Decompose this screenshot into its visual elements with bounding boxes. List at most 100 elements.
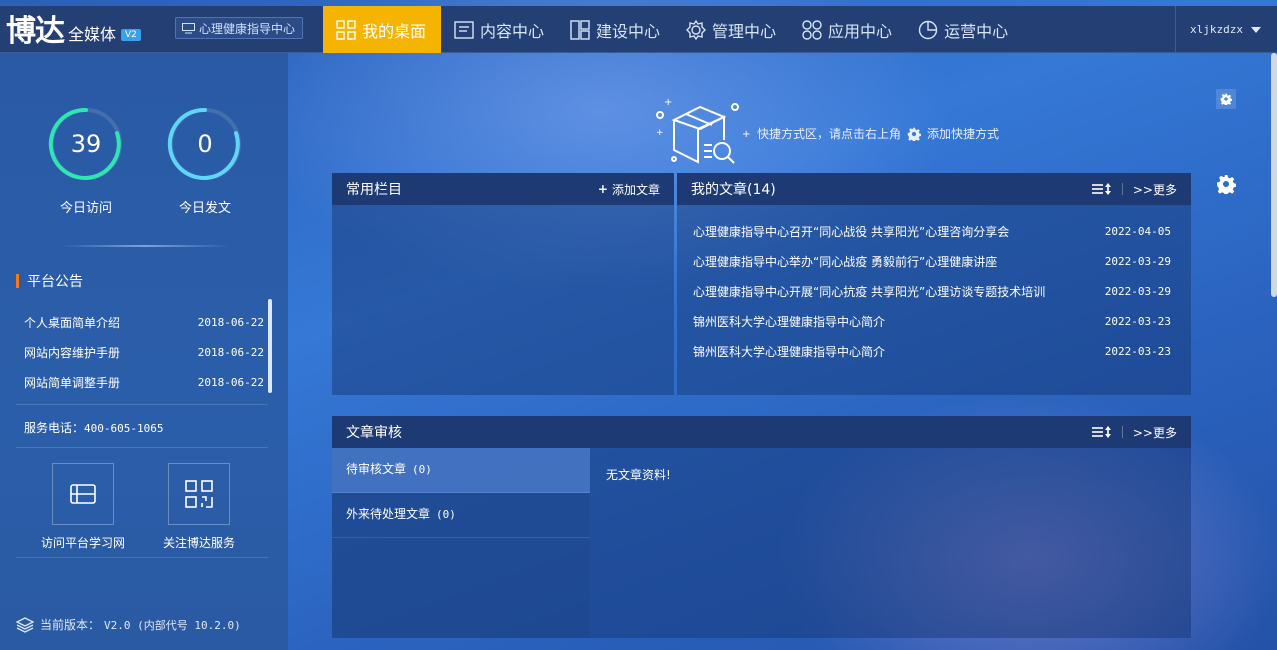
panel-tools: >>更多 bbox=[1091, 424, 1177, 441]
site-name: 心理健康指导中心 bbox=[199, 21, 296, 36]
audit-content: 无文章资料! bbox=[590, 448, 1191, 638]
notice-item[interactable]: 网站简单调整手册 2018-06-22 bbox=[24, 368, 264, 398]
notice-title: 网站简单调整手册 bbox=[24, 376, 121, 390]
quick-link-learning[interactable]: 访问平台学习网 bbox=[33, 463, 133, 551]
tab-label: 外来待处理文章 bbox=[346, 507, 431, 521]
logo: 博达 全媒体 V2 bbox=[6, 10, 141, 50]
article-title: 锦州医科大学心理健康指导中心简介 bbox=[693, 345, 886, 359]
notice-list: 个人桌面简单介绍 2018-06-22 网站内容维护手册 2018-06-22 … bbox=[24, 308, 264, 398]
nav-manage[interactable]: 管理中心 bbox=[673, 6, 789, 53]
notice-item[interactable]: 网站内容维护手册 2018-06-22 bbox=[24, 338, 264, 368]
document-icon bbox=[454, 20, 474, 39]
stat-label: 今日发文 bbox=[178, 201, 231, 216]
sort-list-icon[interactable] bbox=[1091, 183, 1112, 195]
article-row[interactable]: 锦州医科大学心理健康指导中心简介 2022-03-23 bbox=[693, 307, 1171, 337]
nav-label: 我的桌面 bbox=[362, 21, 427, 41]
username: xljkzdzx bbox=[1190, 23, 1243, 36]
panel-title: 常用栏目 bbox=[346, 182, 402, 198]
notice-title: 个人桌面简单介绍 bbox=[24, 316, 121, 330]
articles-count: (14) bbox=[747, 182, 776, 198]
gear-icon bbox=[1217, 175, 1236, 194]
article-title: 心理健康指导中心召开“同心战役 共享阳光”心理咨询分享会 bbox=[693, 225, 1010, 239]
ring-chart: 39 bbox=[47, 105, 125, 183]
page-scrollbar[interactable] bbox=[1271, 53, 1277, 297]
quick-link-label: 关注博达服务 bbox=[162, 536, 235, 550]
logo-main: 博达 bbox=[6, 14, 65, 49]
stat-label: 今日访问 bbox=[59, 201, 112, 216]
add-article-button[interactable]: + 添加文章 bbox=[598, 181, 660, 198]
panel-header: 我的文章(14) >>更多 bbox=[677, 173, 1191, 205]
more-link[interactable]: >>更多 bbox=[1133, 424, 1177, 441]
sidebar: 39 今日访问 0 今日发文 平台公告 个人桌面简单介绍 2018-06-22 … bbox=[0, 53, 288, 650]
quick-link-follow[interactable]: 关注博达服务 bbox=[149, 463, 249, 551]
article-title: 锦州医科大学心理健康指导中心简介 bbox=[693, 315, 886, 329]
grid-icon bbox=[336, 19, 356, 40]
article-row[interactable]: 锦州医科大学心理健康指导中心简介 2022-03-23 bbox=[693, 337, 1171, 367]
divider bbox=[60, 245, 230, 247]
nav-label: 内容中心 bbox=[480, 21, 545, 41]
gear-icon bbox=[907, 127, 922, 141]
nav-label: 管理中心 bbox=[712, 21, 777, 41]
notice-title: 平台公告 bbox=[27, 274, 83, 290]
tab-label: 待审核文章 bbox=[346, 462, 407, 476]
nav-desktop[interactable]: 我的桌面 bbox=[323, 6, 441, 53]
svg-text:+: + bbox=[664, 97, 672, 108]
nav-build[interactable]: 建设中心 bbox=[557, 6, 673, 53]
panel-title: 文章审核 bbox=[346, 425, 402, 441]
svg-text:+: + bbox=[742, 129, 750, 140]
screen-icon bbox=[70, 484, 96, 504]
tab-count: (0) bbox=[436, 508, 456, 521]
add-shortcut-link[interactable]: 添加快捷方式 bbox=[927, 125, 999, 142]
tab-count: (0) bbox=[412, 463, 432, 476]
main-nav: 我的桌面 内容中心 建设中心 管理中心 应用中心 运营中心 bbox=[323, 6, 1021, 53]
nav-operations[interactable]: 运营中心 bbox=[905, 6, 1021, 53]
tab-pending-articles[interactable]: 待审核文章 (0) bbox=[332, 448, 590, 493]
nav-apps[interactable]: 应用中心 bbox=[789, 6, 905, 53]
tab-external-articles[interactable]: 外来待处理文章 (0) bbox=[332, 493, 590, 538]
user-menu[interactable]: xljkzdzx bbox=[1175, 6, 1261, 53]
settings-button[interactable] bbox=[1214, 172, 1238, 196]
sort-list-icon[interactable] bbox=[1091, 426, 1112, 438]
shortcut-text: 快捷方式区，请点击右上角 bbox=[757, 127, 902, 141]
add-article-label: 添加文章 bbox=[611, 182, 660, 197]
site-selector-button[interactable]: 心理健康指导中心 bbox=[175, 17, 303, 39]
article-date: 2022-03-23 bbox=[1104, 345, 1171, 358]
article-list: 心理健康指导中心召开“同心战役 共享阳光”心理咨询分享会 2022-04-05 心… bbox=[677, 205, 1191, 367]
apps-icon bbox=[802, 19, 822, 40]
logo-version-badge: V2 bbox=[121, 29, 141, 41]
layout-icon bbox=[570, 19, 590, 40]
nav-label: 应用中心 bbox=[828, 21, 893, 41]
stat-value: 0 bbox=[197, 130, 213, 158]
gear-icon bbox=[1220, 93, 1232, 105]
monitor-icon bbox=[182, 22, 195, 33]
ring-chart: 0 bbox=[166, 105, 244, 183]
common-columns-panel: 常用栏目 + 添加文章 bbox=[332, 173, 674, 395]
more-link[interactable]: >>更多 bbox=[1133, 181, 1177, 198]
nav-content[interactable]: 内容中心 bbox=[441, 6, 557, 53]
shortcut-area: + + + 快捷方式区，请点击右上角 添加快捷方式 bbox=[652, 95, 1052, 165]
settings-small-button[interactable] bbox=[1216, 89, 1236, 109]
article-audit-panel: 文章审核 >>更多 待审核文章 (0) 外来待处理文章 (0) 无文章资料! bbox=[332, 416, 1191, 638]
panel-header: 文章审核 >>更多 bbox=[332, 416, 1191, 448]
version-info: 当前版本： V2.0 (内部代号 10.2.0) bbox=[16, 616, 241, 633]
article-date: 2022-03-29 bbox=[1104, 285, 1171, 298]
chevron-down-icon bbox=[1251, 26, 1261, 33]
quick-link-box bbox=[168, 463, 230, 525]
my-articles-panel: 我的文章(14) >>更多 心理健康指导中心召开“同心战役 共享阳光”心理咨询分… bbox=[677, 173, 1191, 395]
notice-item[interactable]: 个人桌面简单介绍 2018-06-22 bbox=[24, 308, 264, 338]
article-row[interactable]: 心理健康指导中心召开“同心战役 共享阳光”心理咨询分享会 2022-04-05 bbox=[693, 217, 1171, 247]
notice-scrollbar[interactable] bbox=[268, 299, 272, 393]
divider bbox=[1121, 183, 1123, 195]
phone-number: 400-605-1065 bbox=[84, 422, 164, 435]
shortcut-hint: 快捷方式区，请点击右上角 添加快捷方式 bbox=[757, 125, 999, 142]
notice-heading: 平台公告 bbox=[16, 271, 83, 291]
divider bbox=[16, 557, 268, 558]
nav-label: 运营中心 bbox=[944, 21, 1009, 41]
article-row[interactable]: 心理健康指导中心举办“同心战疫 勇毅前行”心理健康讲座 2022-03-29 bbox=[693, 247, 1171, 277]
quick-link-box bbox=[52, 463, 114, 525]
quick-link-label: 访问平台学习网 bbox=[40, 536, 125, 550]
article-row[interactable]: 心理健康指导中心开展“同心抗疫 共享阳光”心理访谈专题技术培训 2022-03-2… bbox=[693, 277, 1171, 307]
layers-icon bbox=[16, 616, 34, 633]
nav-label: 建设中心 bbox=[596, 21, 661, 41]
notice-title: 网站内容维护手册 bbox=[24, 346, 121, 360]
